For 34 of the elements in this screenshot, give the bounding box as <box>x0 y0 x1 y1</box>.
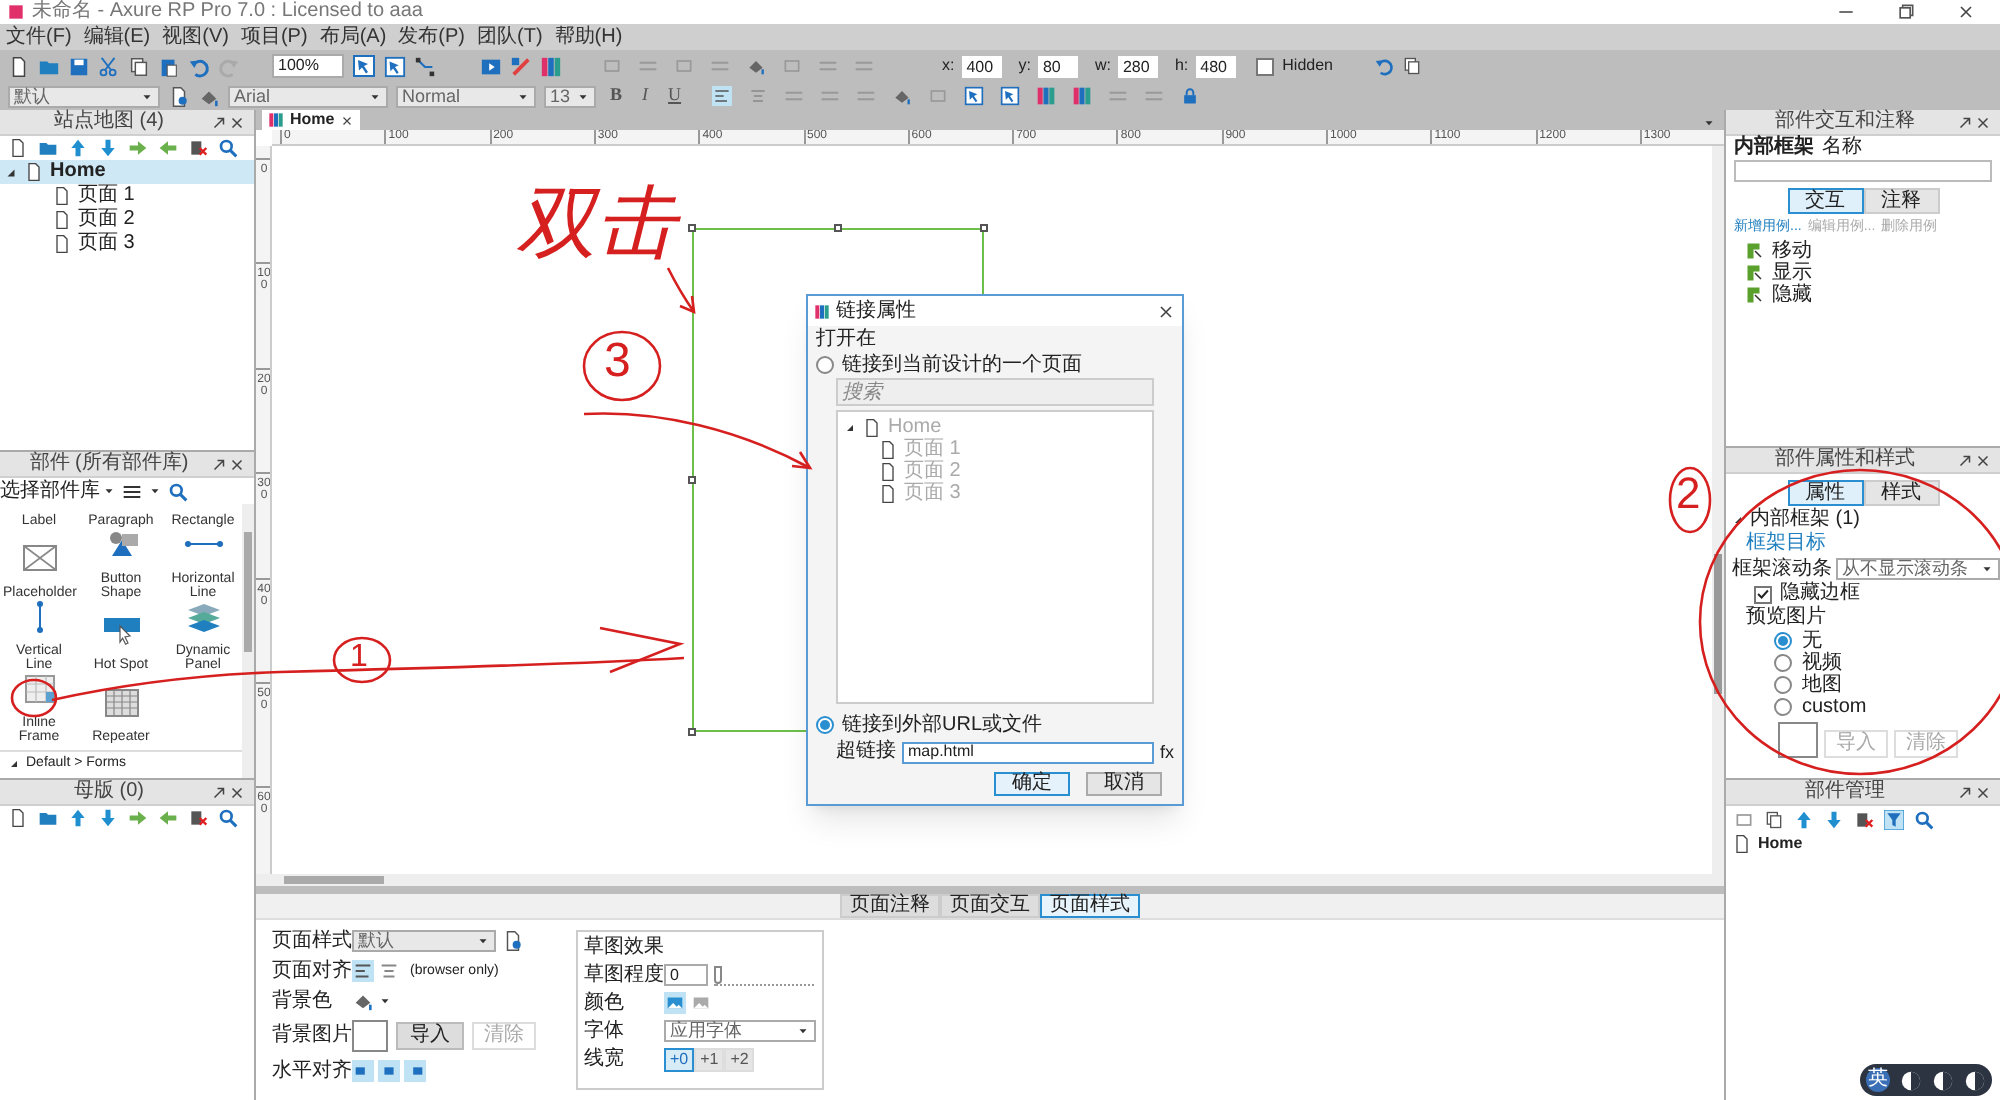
panel-title: 部件交互和注释 <box>1773 110 1917 134</box>
handwritten-number: 1 <box>350 642 368 674</box>
field-label: w: <box>1094 54 1111 78</box>
field-label: 字体 <box>584 1021 626 1041</box>
panel-title: 部件 (所有部件库) <box>27 452 191 476</box>
group-title: 草图效果 <box>584 938 666 958</box>
field-label: x: <box>942 54 955 78</box>
checkbox-label: Hidden <box>1282 54 1333 78</box>
panel-title: 部件属性和样式 <box>1773 448 1917 472</box>
field-label: y: <box>1018 54 1031 78</box>
field-label: 超链接 <box>836 742 896 762</box>
dialog-title: 链接属性 <box>836 301 918 321</box>
field-label: 线宽 <box>584 1050 626 1070</box>
handwritten-number: 3 <box>604 338 631 386</box>
field-label: 背景色 <box>272 991 334 1011</box>
field-label: 预览图片 <box>1744 606 1828 630</box>
field-label: 页面样式 <box>272 931 352 951</box>
field-label: 背景图片 <box>272 1026 352 1046</box>
group-title: 内部框架 (1) <box>1750 510 1860 530</box>
section-label: 打开在 <box>816 326 878 352</box>
field-label: h: <box>1174 54 1189 78</box>
window-title: 未命名 - Axure RP Pro 7.0 : Licensed to aaa <box>32 0 423 24</box>
field-label: 页面对齐 <box>272 961 352 981</box>
handwritten-note: 双击 <box>516 184 676 264</box>
field-label: 名称 <box>1822 138 1862 158</box>
panel-title: 部件管理 <box>1803 780 1887 804</box>
widget-type-label: 内部框架 <box>1734 138 1814 158</box>
field-label: 草图程度 <box>584 965 664 985</box>
field-label: 颜色 <box>584 993 626 1013</box>
field-label: 水平对齐 <box>272 1061 352 1081</box>
field-label: 框架滚动条 <box>1732 559 1832 579</box>
handwritten-number: 2 <box>1676 472 1701 516</box>
panel-title: 母版 (0) <box>72 780 146 804</box>
panel-title: 站点地图 (4) <box>52 110 166 134</box>
